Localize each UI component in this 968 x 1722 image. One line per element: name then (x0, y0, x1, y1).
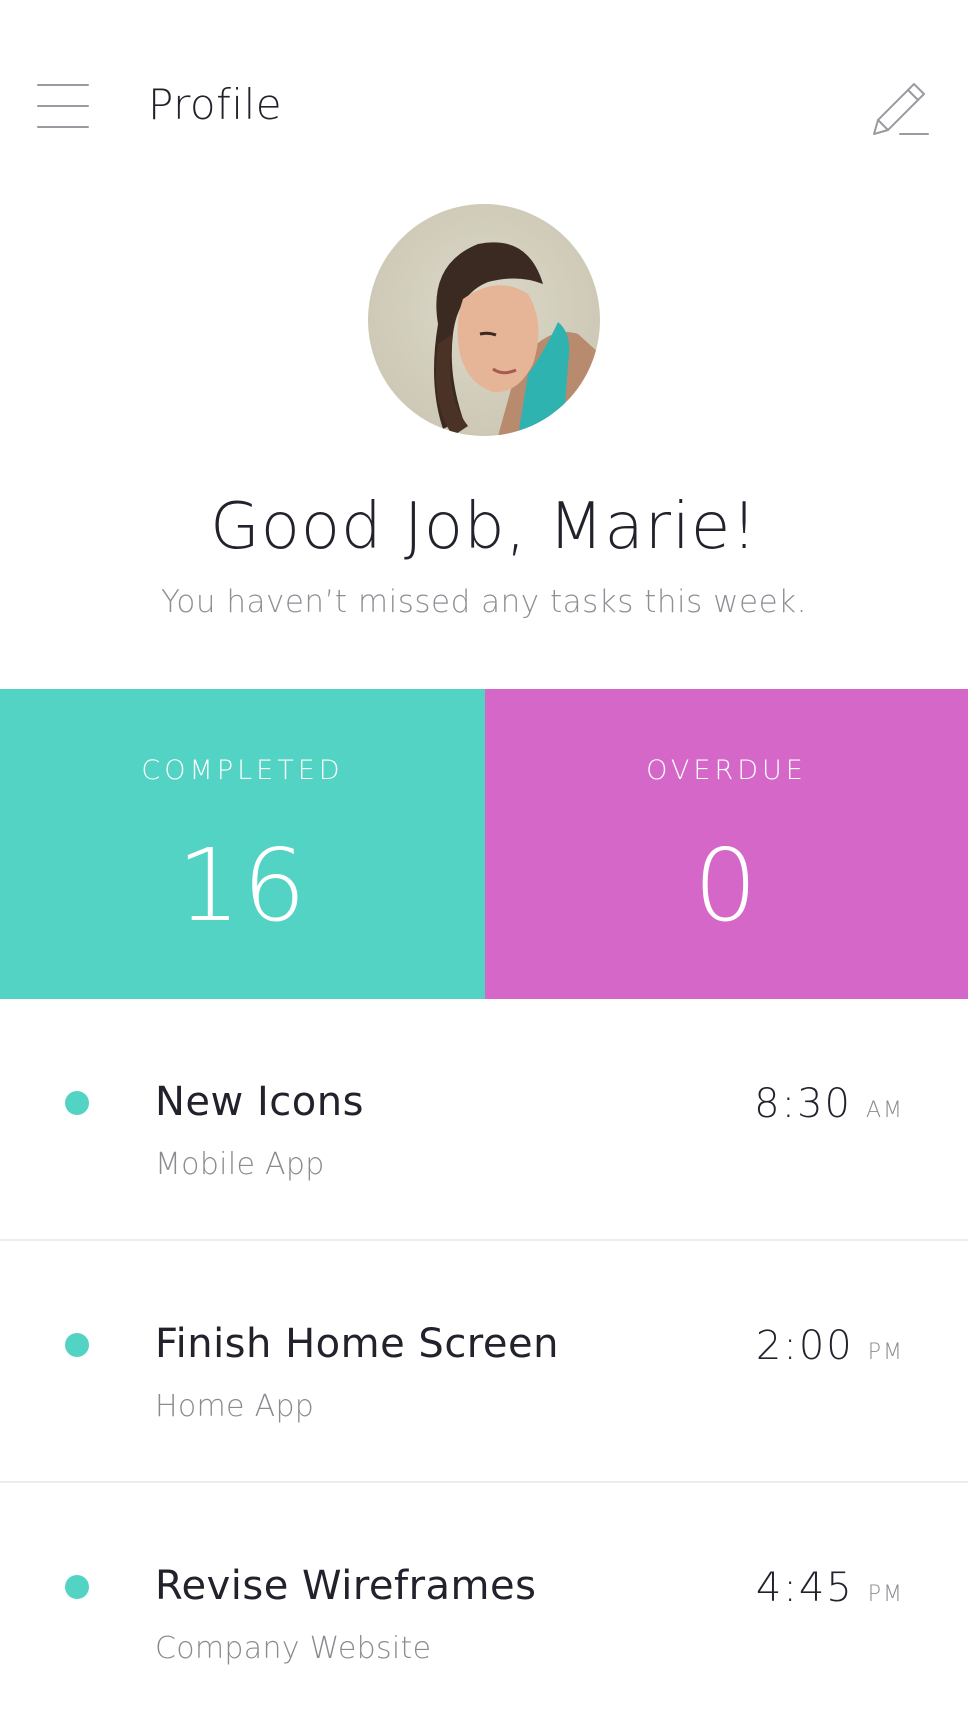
page-title: Profile (148, 80, 283, 129)
task-list: New Icons Mobile App 8:30 AM Finish Home… (0, 999, 968, 1722)
menu-line (37, 105, 89, 107)
task-title: Revise Wireframes (155, 1563, 537, 1609)
task-time: 2:00 PM (756, 1323, 904, 1369)
task-time: 4:45 PM (756, 1565, 904, 1611)
task-status-dot (65, 1575, 89, 1599)
header: Profile (0, 0, 968, 210)
task-item[interactable]: Revise Wireframes Company Website 4:45 P… (0, 1483, 968, 1722)
completed-stat[interactable]: COMPLETED 16 (0, 689, 485, 999)
task-project: Home App (155, 1389, 315, 1424)
greeting-subtitle: You haven’t missed any tasks this week. (161, 584, 807, 620)
task-time-period: AM (865, 1098, 904, 1123)
task-project: Company Website (155, 1631, 432, 1666)
stats-panel: COMPLETED 16 OVERDUE 0 (0, 689, 968, 999)
task-item[interactable]: New Icons Mobile App 8:30 AM (0, 999, 968, 1241)
task-title: Finish Home Screen (155, 1321, 559, 1367)
avatar (368, 204, 600, 436)
hamburger-menu-icon[interactable] (34, 84, 94, 132)
task-time-value: 8:30 (754, 1081, 852, 1127)
profile-screen: Profile Good Job, Marie! You haven’t mis… (0, 0, 968, 1722)
task-project: Mobile App (155, 1147, 325, 1182)
task-status-dot (65, 1091, 89, 1115)
completed-label: COMPLETED (141, 755, 344, 786)
menu-line (37, 126, 89, 128)
task-time-period: PM (867, 1340, 904, 1365)
greeting-heading: Good Job, Marie! (210, 490, 758, 564)
task-time-period: PM (867, 1582, 904, 1607)
task-title: New Icons (155, 1079, 364, 1125)
task-time-value: 4:45 (755, 1565, 854, 1611)
pencil-edit-icon[interactable] (870, 76, 932, 138)
overdue-count: 0 (693, 827, 760, 944)
completed-count: 16 (176, 827, 309, 944)
task-status-dot (65, 1333, 89, 1357)
task-item[interactable]: Finish Home Screen Home App 2:00 PM (0, 1241, 968, 1483)
overdue-label: OVERDUE (646, 755, 807, 786)
task-time: 8:30 AM (754, 1081, 904, 1127)
task-time-value: 2:00 (755, 1323, 854, 1369)
overdue-stat[interactable]: OVERDUE 0 (485, 689, 968, 999)
menu-line (37, 84, 89, 86)
